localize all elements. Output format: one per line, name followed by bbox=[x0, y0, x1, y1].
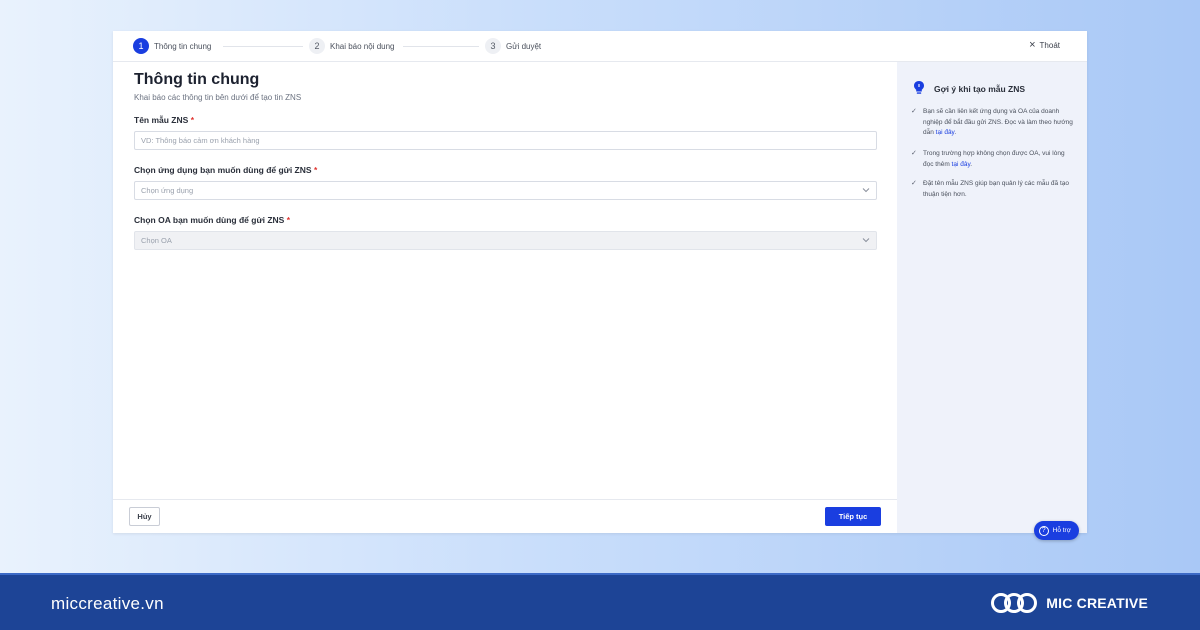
select-placeholder: Chọn OA bbox=[141, 236, 172, 245]
exit-button[interactable]: × Thoát bbox=[1029, 39, 1060, 51]
step-label: Thông tin chung bbox=[154, 41, 212, 51]
step-connector bbox=[223, 46, 303, 47]
tips-title: Gợi ý khi tạo mẫu ZNS bbox=[934, 84, 1026, 94]
page-title: Thông tin chung bbox=[134, 71, 260, 88]
support-button[interactable]: ? Hỗ trợ bbox=[1033, 521, 1079, 540]
lightbulb-icon bbox=[914, 81, 924, 94]
support-label: Hỗ trợ bbox=[1052, 527, 1071, 534]
tip-item: ✓ Bạn sẽ cần liên kết ứng dụng và OA của… bbox=[911, 107, 1076, 139]
check-icon: ✓ bbox=[911, 108, 917, 115]
select-placeholder: Chọn ứng dụng bbox=[141, 186, 194, 195]
check-icon: ✓ bbox=[911, 180, 917, 187]
exit-label: Thoát bbox=[1039, 40, 1060, 50]
tip-text: Bạn sẽ cần liên kết ứng dụng và OA của d… bbox=[923, 107, 1076, 139]
step-number: 3 bbox=[485, 38, 501, 54]
site-url[interactable]: miccreative.vn bbox=[51, 594, 164, 614]
oa-select-label: Chọn OA bạn muốn dùng để gửi ZNS * bbox=[134, 215, 290, 225]
page-subtitle: Khai báo các thông tin bên dưới để tạo t… bbox=[134, 93, 302, 102]
label-text: Chọn ứng dụng bạn muốn dùng để gửi ZNS bbox=[134, 165, 312, 175]
required-mark: * bbox=[190, 115, 194, 125]
template-name-input[interactable]: VD: Thông báo cảm ơn khách hàng bbox=[134, 131, 877, 150]
chevron-down-icon bbox=[862, 188, 870, 193]
label-text: Tên mẫu ZNS bbox=[134, 115, 189, 125]
chevron-down-icon bbox=[862, 238, 870, 243]
tip-text: Đặt tên mẫu ZNS giúp bạn quản lý các mẫu… bbox=[923, 180, 1069, 198]
tip-suffix: . bbox=[954, 129, 957, 136]
label-text: Chọn OA bạn muốn dùng để gửi ZNS bbox=[134, 215, 285, 225]
step-3[interactable]: 3 Gửi duyệt bbox=[485, 38, 541, 54]
template-name-label: Tên mẫu ZNS * bbox=[134, 115, 194, 125]
mic-logo-icon bbox=[991, 593, 1038, 613]
step-number: 1 bbox=[133, 38, 149, 54]
zns-create-window: 1 Thông tin chung 2 Khai báo nội dung 3 … bbox=[113, 31, 1087, 540]
close-icon: × bbox=[1029, 39, 1036, 51]
form-footer: Hủy Tiếp tục bbox=[113, 499, 897, 533]
tip-link[interactable]: tại đây bbox=[936, 129, 955, 136]
brand-name: MIC CREATIVE bbox=[1046, 595, 1148, 611]
step-1[interactable]: 1 Thông tin chung bbox=[133, 38, 211, 54]
app-select-label: Chọn ứng dụng bạn muốn dùng để gửi ZNS * bbox=[134, 165, 317, 175]
step-label: Gửi duyệt bbox=[506, 41, 542, 51]
tip-link[interactable]: tại đây bbox=[952, 161, 971, 168]
tip-suffix: . bbox=[970, 160, 973, 168]
step-connector bbox=[403, 46, 479, 47]
tips-sidebar: Gợi ý khi tạo mẫu ZNS ✓ Bạn sẽ cần liên … bbox=[897, 62, 1087, 540]
oa-select[interactable]: Chọn OA bbox=[134, 231, 877, 250]
required-mark: * bbox=[313, 165, 318, 175]
step-number: 2 bbox=[309, 38, 325, 54]
input-placeholder: VD: Thông báo cảm ơn khách hàng bbox=[141, 136, 260, 145]
tip-item: ✓ Đặt tên mẫu ZNS giúp bạn quản lý các m… bbox=[911, 179, 1076, 200]
tip-item: ✓ Trong trường hợp không chọn được OA, v… bbox=[911, 149, 1076, 170]
tip-text: Trong trường hợp không chọn được OA, vui… bbox=[923, 149, 1076, 170]
help-icon: ? bbox=[1038, 525, 1049, 536]
app-select[interactable]: Chọn ứng dụng bbox=[134, 181, 877, 200]
check-icon: ✓ bbox=[911, 150, 917, 157]
cancel-button[interactable]: Hủy bbox=[129, 507, 160, 526]
step-label: Khai báo nội dung bbox=[330, 41, 395, 51]
stepper: 1 Thông tin chung 2 Khai báo nội dung 3 … bbox=[113, 31, 1087, 62]
step-2[interactable]: 2 Khai báo nội dung bbox=[309, 38, 395, 54]
brand-footer-bar: miccreative.vn MIC CREATIVE bbox=[0, 573, 1200, 630]
continue-button[interactable]: Tiếp tục bbox=[825, 507, 881, 526]
brand-logo: MIC CREATIVE bbox=[990, 589, 1148, 617]
tip-body: Trong trường hợp không chọn được OA, vui… bbox=[923, 150, 1065, 168]
required-mark: * bbox=[286, 215, 291, 225]
main-form: Thông tin chung Khai báo các thông tin b… bbox=[113, 62, 897, 499]
